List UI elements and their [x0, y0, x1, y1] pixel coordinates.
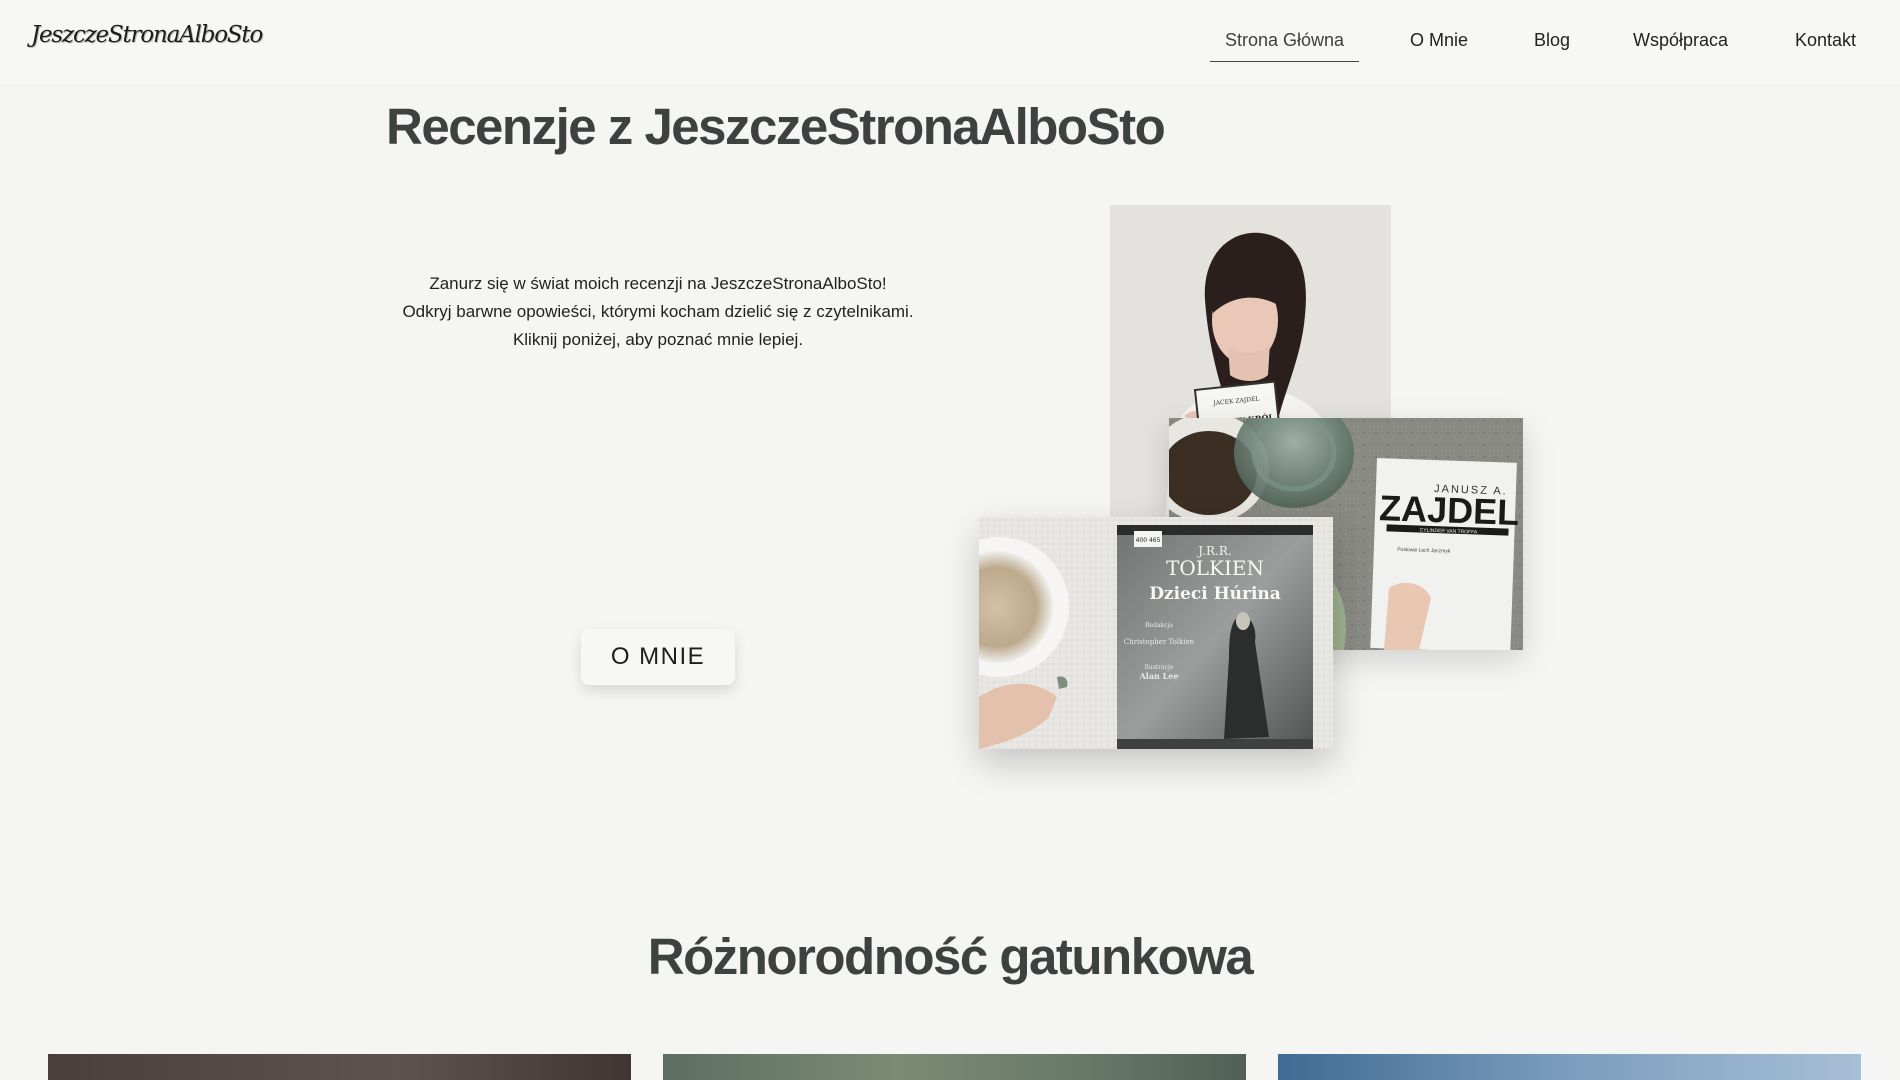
genre-card[interactable]	[663, 1054, 1246, 1080]
about-me-button[interactable]: O MNIE	[581, 629, 735, 685]
tolkien-editor-name: Christopher Tolkien	[1124, 638, 1195, 646]
nav-item-about[interactable]: O Mnie	[1410, 30, 1468, 51]
tolkien-illustrator-name: Alan Lee	[1139, 671, 1179, 681]
hero-description: Zanurz się w świat moich recenzji na Jes…	[380, 270, 936, 354]
nav-item-blog[interactable]: Blog	[1534, 30, 1570, 51]
nav-item-cooperation[interactable]: Współpraca	[1633, 30, 1728, 51]
main-nav: Strona Główna O Mnie Blog Współpraca Kon…	[0, 30, 1900, 62]
page: JeszczeStronaAlboSto Strona Główna O Mni…	[0, 0, 1900, 1080]
tolkien-editor-label: Redakcja	[1145, 622, 1173, 629]
tolkien-book-photo: 400 465 J.R.R. TOLKIEN Dzieci Húrina Red…	[979, 517, 1333, 749]
tolkien-illustration: 400 465 J.R.R. TOLKIEN Dzieci Húrina Red…	[979, 517, 1333, 749]
genres-section-title: Różnorodność gatunkowa	[647, 928, 1254, 985]
genre-card[interactable]	[48, 1054, 631, 1080]
tolkien-illustrator-label: Ilustracje	[1145, 664, 1174, 671]
nav-item-contact[interactable]: Kontakt	[1795, 30, 1856, 51]
tolkien-sticker: 400 465	[1136, 537, 1161, 544]
hero-line: Kliknij poniżej, aby poznać mnie lepiej.	[512, 330, 804, 349]
hero-line: Zanurz się w świat moich recenzji na Jes…	[429, 274, 887, 293]
hero-title: Recenzje z JeszczeStronaAlboSto	[386, 98, 1166, 155]
nav-item-home[interactable]: Strona Główna	[1210, 30, 1360, 62]
genre-card[interactable]	[1278, 1054, 1861, 1080]
tolkien-title: Dzieci Húrina	[1149, 584, 1281, 604]
tolkien-author: TOLKIEN	[1166, 556, 1264, 580]
hero-line: Odkryj barwne opowieści, którymi kocham …	[402, 302, 914, 321]
site-header: JeszczeStronaAlboSto Strona Główna O Mni…	[0, 0, 1900, 85]
